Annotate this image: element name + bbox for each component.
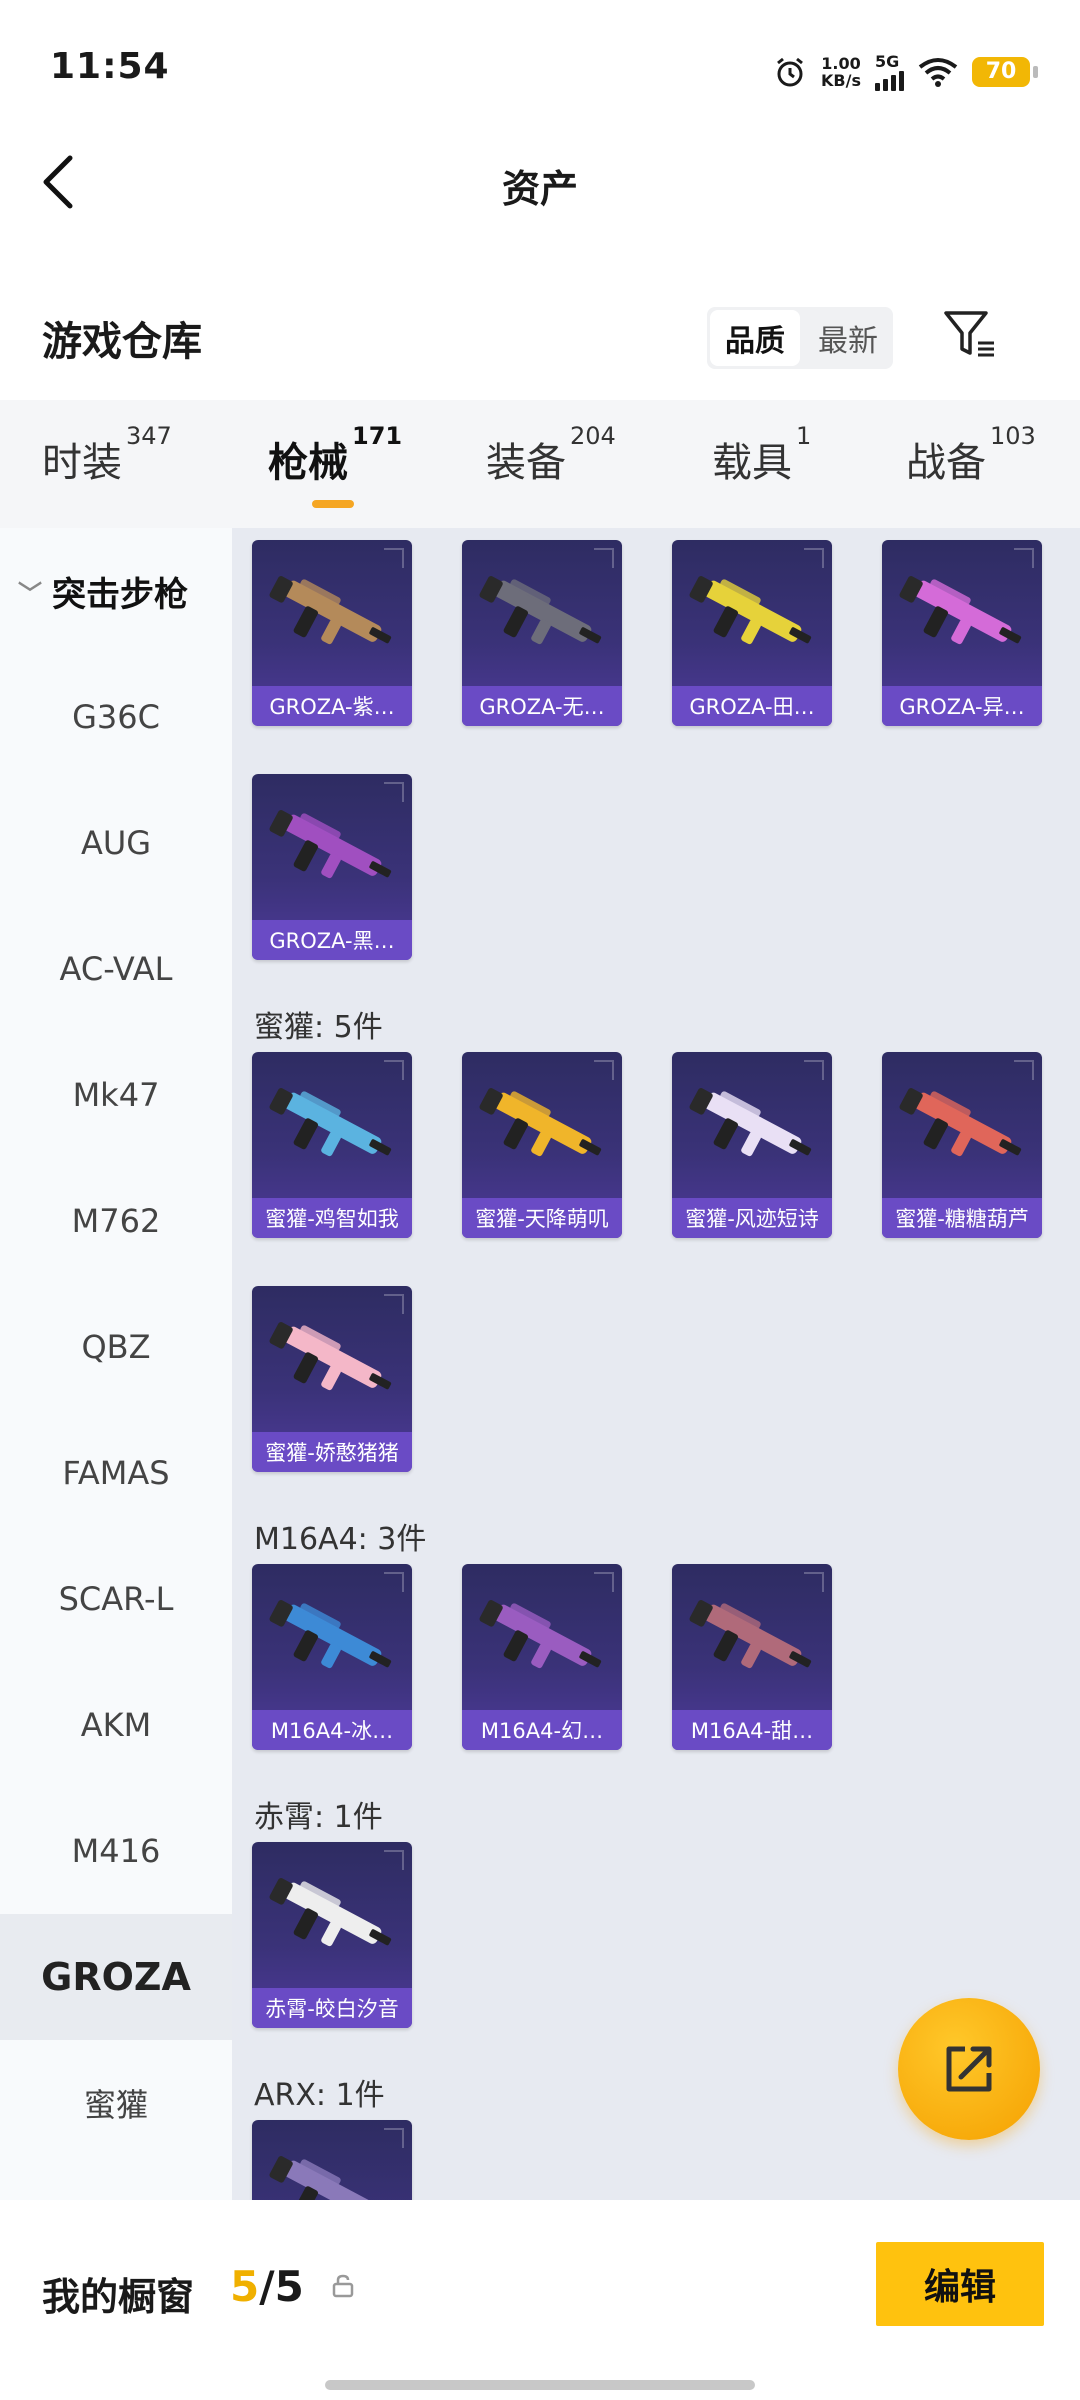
weapon-skin-name: GROZA-无…: [462, 686, 622, 726]
weapon-skin-name: 蜜獾-糖糖葫芦: [882, 1198, 1042, 1238]
home-indicator[interactable]: [325, 2380, 755, 2390]
gun-icon: [899, 576, 1022, 645]
gun-icon: [269, 1088, 392, 1157]
weapon-skin-name: 蜜獾-鸡智如我: [252, 1198, 412, 1238]
sort-newest-button[interactable]: 最新: [803, 307, 893, 369]
lock-icon: [332, 2274, 354, 2298]
gun-icon: [269, 810, 392, 879]
gun-icon: [269, 576, 392, 645]
weapon-skin-name: GROZA-紫…: [252, 686, 412, 726]
weapon-skin-card[interactable]: 蜜獾-风迹短诗: [672, 1052, 832, 1238]
weapon-skin-name: GROZA-异…: [882, 686, 1042, 726]
weapon-skin-name: M16A4-冰…: [252, 1710, 412, 1750]
wifi-icon: [918, 57, 958, 87]
weapon-skin-name: 蜜獾-娇憨猪猪: [252, 1432, 412, 1472]
clock: 11:54: [50, 46, 170, 87]
bottom-bar: 我的橱窗 5/5 编辑: [0, 2210, 1080, 2360]
tab-equipment[interactable]: 装备204: [486, 422, 616, 488]
battery-indicator: 70: [972, 56, 1038, 87]
signal-indicator: 5G: [875, 52, 904, 91]
group-label: M16A4: 3件: [254, 1522, 427, 1557]
group-label: 蜜獾: 5件: [254, 1010, 383, 1045]
weapon-skin-card[interactable]: M16A4-冰…: [252, 1564, 412, 1750]
showcase-label: 我的橱窗: [42, 2275, 195, 2319]
weapon-skin-name: M16A4-甜…: [672, 1710, 832, 1750]
net-speed: 1.00 KB/s: [821, 53, 861, 90]
share-export-icon: [946, 2046, 992, 2092]
weapon-grid: GROZA-紫… GROZA-无… GROZA-田… GROZA-异… GROZA-黑……: [232, 528, 1080, 2200]
tab-tactical[interactable]: 战备103: [906, 422, 1036, 488]
weapon-skin-card[interactable]: GROZA-无…: [462, 540, 622, 726]
sidebar-item-famas[interactable]: FAMAS: [0, 1410, 232, 1536]
app-header: 资产: [0, 130, 1080, 240]
gun-icon: [269, 1322, 392, 1391]
section-title: 游戏仓库: [42, 319, 202, 365]
weapon-skin-card[interactable]: GROZA-紫…: [252, 540, 412, 726]
weapon-skin-name: M16A4-幻…: [462, 1710, 622, 1750]
sidebar-item-ac-val[interactable]: AC-VAL: [0, 906, 232, 1032]
gun-icon: [479, 576, 602, 645]
weapon-skin-card[interactable]: 蜜獾-娇憨猪猪: [252, 1286, 412, 1472]
sidebar-item-groza[interactable]: GROZA: [0, 1914, 232, 2040]
weapon-sidebar: ﹀ 突击步枪 G36C AUG AC-VAL Mk47 M762 QBZ FAM…: [0, 528, 232, 2200]
gun-icon: [479, 1088, 602, 1157]
weapon-skin-card[interactable]: GROZA-黑…: [252, 774, 412, 960]
weapon-skin-card[interactable]: M16A4-幻…: [462, 1564, 622, 1750]
weapon-skin-card[interactable]: 赤霄-皎白汐音: [252, 1842, 412, 2028]
sidebar-item-m416[interactable]: M416: [0, 1788, 232, 1914]
signal-bars-icon: [875, 71, 904, 91]
sidebar-item-honey-badger[interactable]: 蜜獾: [0, 2040, 232, 2166]
gun-icon: [689, 576, 812, 645]
sort-quality-button[interactable]: 品质: [710, 310, 800, 366]
gun-icon: [269, 2156, 382, 2200]
weapon-skin-card[interactable]: GROZA-田…: [672, 540, 832, 726]
weapon-skin-card[interactable]: GROZA-异…: [882, 540, 1042, 726]
gun-icon: [269, 1878, 392, 1947]
alarm-icon: [777, 57, 803, 86]
sidebar-item-aug[interactable]: AUG: [0, 780, 232, 906]
gun-icon: [689, 1600, 812, 1669]
gun-icon: [899, 1088, 1022, 1157]
tab-vehicles[interactable]: 载具1: [712, 422, 811, 488]
filter-icon: [944, 311, 994, 357]
warehouse-section: 游戏仓库 品质 最新: [0, 295, 1080, 385]
status-bar: 11:54 1.00 KB/s 5G 70: [0, 0, 1080, 130]
group-label: 赤霄: 1件: [254, 1800, 383, 1835]
tab-weapons[interactable]: 枪械171: [268, 422, 402, 488]
sort-toggle: 品质 最新: [707, 307, 893, 369]
filter-button[interactable]: [940, 305, 1000, 365]
category-tabs: 时装347 枪械171 装备204 载具1 战备103: [0, 400, 1080, 528]
tab-fashion[interactable]: 时装347: [42, 422, 172, 488]
page-title: 资产: [501, 167, 578, 211]
weapon-skin-name: GROZA-黑…: [252, 920, 412, 960]
share-button[interactable]: [898, 1998, 1040, 2140]
weapon-skin-card[interactable]: [252, 2120, 412, 2200]
gun-icon: [269, 1600, 392, 1669]
showcase-count: 5/5: [230, 2262, 304, 2311]
weapon-skin-card[interactable]: 蜜獾-鸡智如我: [252, 1052, 412, 1238]
weapon-skin-name: 赤霄-皎白汐音: [252, 1988, 412, 2028]
sidebar-category-assault-rifles[interactable]: ﹀ 突击步枪: [0, 528, 232, 654]
gun-icon: [689, 1088, 812, 1157]
sidebar-item-g36c[interactable]: G36C: [0, 654, 232, 780]
gun-icon: [479, 1600, 602, 1669]
weapon-skin-card[interactable]: 蜜獾-天降萌叽: [462, 1052, 622, 1238]
tab-active-indicator: [312, 500, 354, 508]
sidebar-item-qbz[interactable]: QBZ: [0, 1284, 232, 1410]
edit-button[interactable]: 编辑: [876, 2242, 1044, 2326]
weapon-skin-name: GROZA-田…: [672, 686, 832, 726]
group-label: ARX: 1件: [254, 2078, 385, 2113]
sidebar-item-mk47[interactable]: Mk47: [0, 1032, 232, 1158]
sidebar-item-scar-l[interactable]: SCAR-L: [0, 1536, 232, 1662]
weapon-skin-name: 蜜獾-天降萌叽: [462, 1198, 622, 1238]
sidebar-item-m762[interactable]: M762: [0, 1158, 232, 1284]
sidebar-item-akm[interactable]: AKM: [0, 1662, 232, 1788]
weapon-skin-card[interactable]: M16A4-甜…: [672, 1564, 832, 1750]
weapon-skin-card[interactable]: 蜜獾-糖糖葫芦: [882, 1052, 1042, 1238]
weapon-skin-name: 蜜獾-风迹短诗: [672, 1198, 832, 1238]
chevron-down-icon: ﹀: [18, 579, 42, 608]
